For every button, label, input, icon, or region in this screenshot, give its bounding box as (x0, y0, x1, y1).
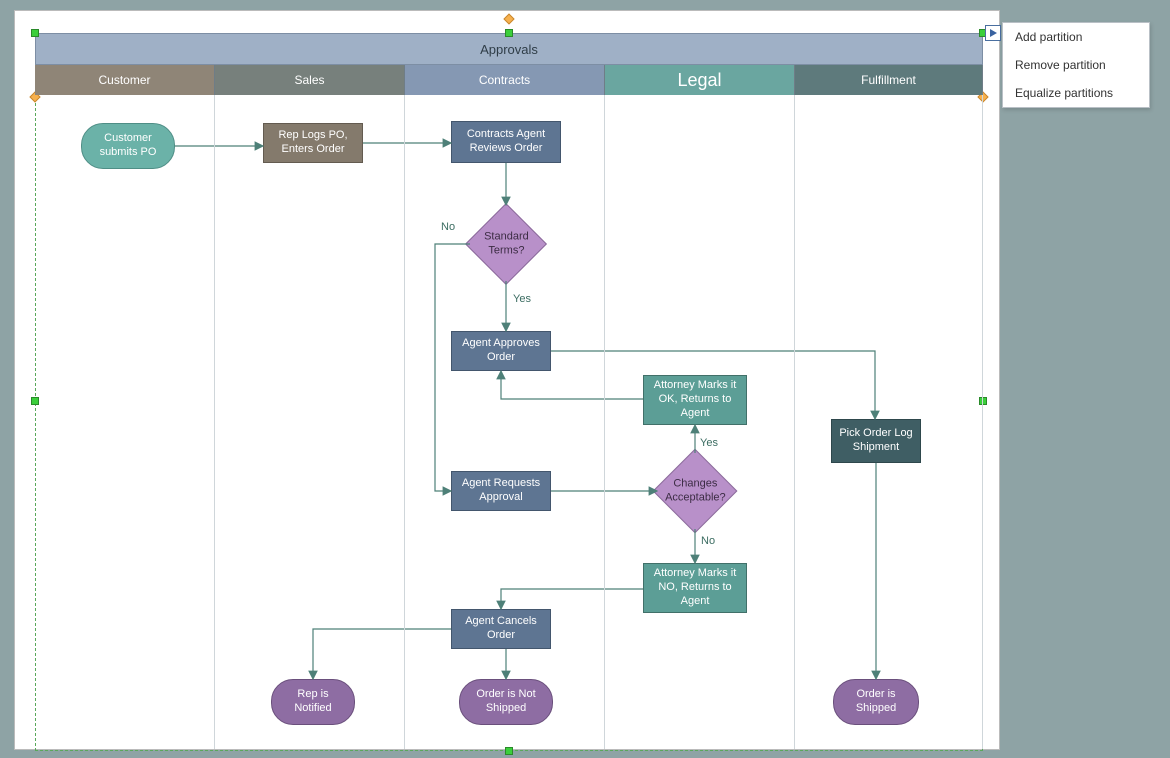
lane-header-contracts[interactable]: Contracts (405, 65, 605, 95)
lane-body-fulfillment (795, 95, 983, 749)
lane-body-sales (215, 95, 405, 749)
menu-add-partition[interactable]: Add partition (1003, 23, 1149, 51)
resize-handle-nw[interactable] (31, 29, 39, 37)
partition-context-menu: Add partition Remove partition Equalize … (1002, 22, 1150, 108)
lane-header-legal[interactable]: Legal (605, 65, 795, 95)
resize-handle-n[interactable] (505, 29, 513, 37)
smart-tag-icon[interactable] (985, 25, 1001, 41)
lane-body-customer (35, 95, 215, 749)
menu-equalize-partitions[interactable]: Equalize partitions (1003, 79, 1149, 107)
diagram-canvas[interactable]: Approvals Customer submits PO Rep Logs P… (14, 10, 1000, 750)
lane-header-fulfillment[interactable]: Fulfillment (795, 65, 983, 95)
lane-header-customer[interactable]: Customer (35, 65, 215, 95)
lane-header-sales[interactable]: Sales (215, 65, 405, 95)
diagram-title[interactable]: Approvals (35, 33, 983, 65)
connector-handle-top[interactable] (503, 13, 514, 24)
lane-body-contracts (405, 95, 605, 749)
menu-remove-partition[interactable]: Remove partition (1003, 51, 1149, 79)
lane-body-legal (605, 95, 795, 749)
